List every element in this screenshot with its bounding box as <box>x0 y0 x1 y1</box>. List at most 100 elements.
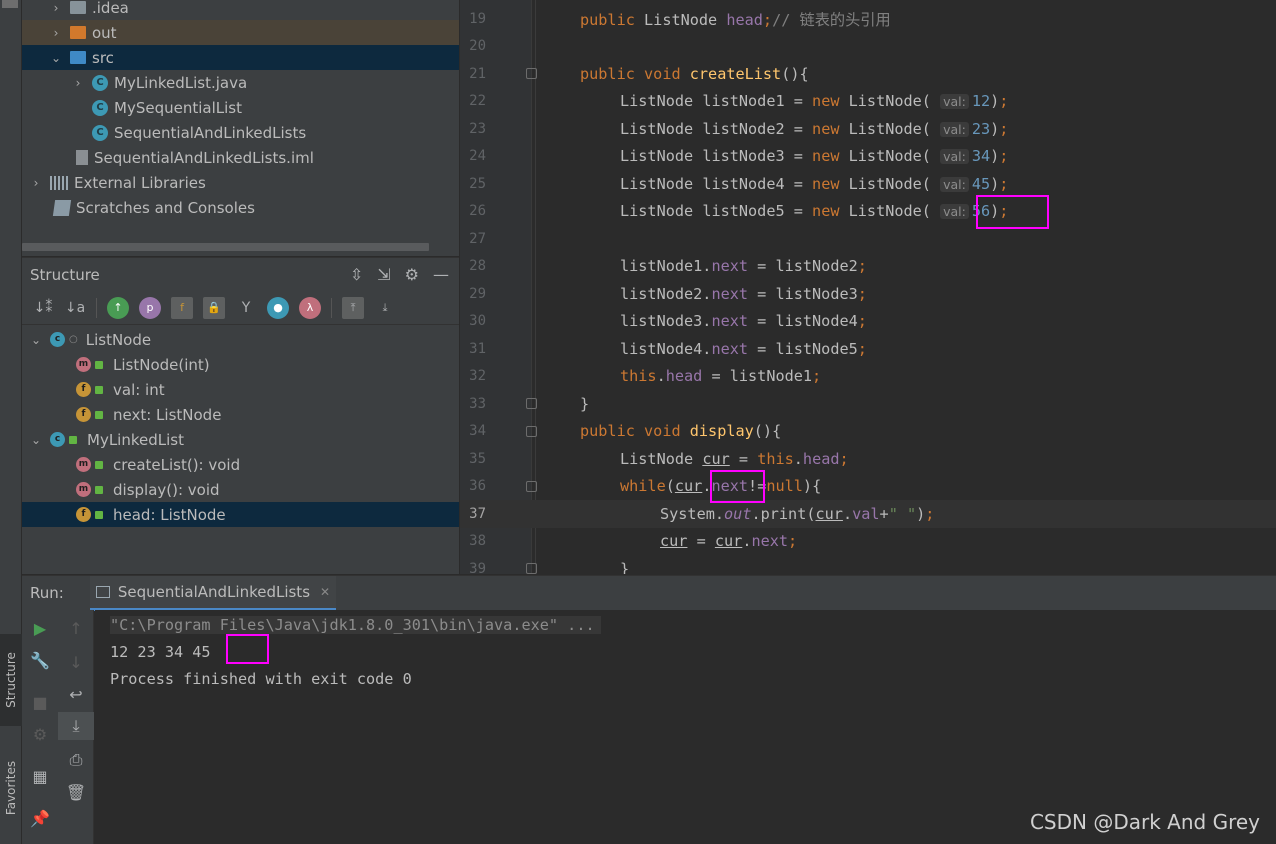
chevron-right-icon[interactable]: › <box>30 176 42 190</box>
show-inherited-icon[interactable]: ↑ <box>107 296 129 319</box>
tree-item-iml[interactable]: SequentialAndLinkedLists.iml <box>22 145 459 170</box>
code-line[interactable]: 34 public void display(){ <box>460 418 1276 446</box>
code-line[interactable]: 30 listNode3.next = listNode4; <box>460 308 1276 336</box>
token: out <box>724 504 752 523</box>
code-line[interactable]: 27 <box>460 225 1276 253</box>
code-line[interactable]: 39 } <box>460 555 1276 574</box>
autoscroll-from-source-icon[interactable]: ⤓ <box>374 297 396 319</box>
code-line[interactable]: 25 ListNode listNode4 = new ListNode( va… <box>460 170 1276 198</box>
code-line[interactable]: 36 while(cur.next!=null){ <box>460 473 1276 501</box>
structure-item-createlist[interactable]: m createList(): void <box>22 452 459 477</box>
down-arrow-icon[interactable]: ↓ <box>58 648 94 676</box>
fold-marker-icon[interactable] <box>526 480 537 492</box>
code-line[interactable]: 26 ListNode listNode5 = new ListNode( va… <box>460 198 1276 226</box>
chevron-down-icon[interactable]: ⌄ <box>30 433 42 447</box>
code-line[interactable]: 31 listNode4.next = listNode5; <box>460 335 1276 363</box>
chevron-down-icon[interactable]: ⌄ <box>30 333 42 347</box>
chevron-right-icon[interactable]: › <box>72 76 84 90</box>
sort-by-visibility-icon[interactable]: ↓⁑ <box>32 297 54 319</box>
structure-item-val[interactable]: f val: int <box>22 377 459 402</box>
token: ; <box>925 504 935 523</box>
fold-marker-icon[interactable] <box>526 68 537 80</box>
up-arrow-icon[interactable]: ↑ <box>58 614 94 642</box>
structure-item-listnode[interactable]: ⌄ c ○ ListNode <box>22 327 459 352</box>
tree-item-external-libraries[interactable]: › External Libraries <box>22 170 459 195</box>
code-line[interactable]: 21 public void createList(){ <box>460 60 1276 88</box>
code-line[interactable]: 23 ListNode listNode2 = new ListNode( va… <box>460 115 1276 143</box>
tree-item-src[interactable]: ⌄ src <box>22 45 459 70</box>
code-line[interactable]: 32 this.head = listNode1; <box>460 363 1276 391</box>
stop-icon[interactable]: ■ <box>22 688 58 716</box>
code-line[interactable]: 33 } <box>460 390 1276 418</box>
fold-marker-icon[interactable] <box>526 398 537 410</box>
parameter-hint: val: <box>940 149 969 165</box>
tree-item-mysequentiallist[interactable]: C MySequentialList <box>22 95 459 120</box>
show-non-public-icon[interactable]: 🔒 <box>203 296 225 319</box>
code-line[interactable]: 38 cur = cur.next; <box>460 528 1276 556</box>
structure-item-constructor[interactable]: m ListNode(int) <box>22 352 459 377</box>
gear-icon[interactable]: ⚙ <box>405 265 419 284</box>
favorites-side-tab[interactable]: Favorites <box>0 744 22 832</box>
code-line[interactable]: 24 ListNode listNode3 = new ListNode( va… <box>460 143 1276 171</box>
token: ; <box>812 367 822 386</box>
structure-side-tab[interactable]: Structure <box>0 634 22 726</box>
rerun-icon[interactable]: ▶ <box>22 614 58 642</box>
show-anonymous-icon[interactable]: ● <box>267 296 289 319</box>
token: head <box>726 10 763 29</box>
wrench-icon[interactable]: 🔧 <box>22 646 58 674</box>
code-line[interactable]: 20 <box>460 33 1276 61</box>
pin-icon[interactable]: 📌 <box>22 804 58 832</box>
code-line[interactable]: 35 ListNode cur = this.head; <box>460 445 1276 473</box>
close-icon[interactable]: ✕ <box>320 585 330 599</box>
structure-item-head[interactable]: f head: ListNode <box>22 502 459 527</box>
collapse-all-icon[interactable]: ⇲ <box>377 265 390 284</box>
lambda-icon[interactable]: λ <box>299 296 321 319</box>
code-editor[interactable]: 19 public ListNode head;// 链表的头引用 20 21 … <box>460 0 1276 574</box>
token: 23 <box>971 119 991 138</box>
token: cur <box>815 504 843 523</box>
tree-item-mylinkedlist-java[interactable]: › C MyLinkedList.java <box>22 70 459 95</box>
token: ; <box>857 284 867 303</box>
folder-blue-icon <box>70 51 86 64</box>
print-icon[interactable]: ⎙ <box>58 746 94 774</box>
chevron-right-icon[interactable]: › <box>50 1 62 15</box>
folder-icon <box>70 1 86 14</box>
structure-item-mylinkedlist[interactable]: ⌄ c MyLinkedList <box>22 427 459 452</box>
show-properties-icon[interactable]: p <box>139 296 161 319</box>
field-icon: f <box>76 507 91 522</box>
show-lambdas-tree-icon[interactable]: Y <box>235 297 257 319</box>
token: 12 <box>971 92 991 111</box>
tree-item-scratches[interactable]: Scratches and Consoles <box>22 195 459 220</box>
trash-icon[interactable]: 🗑 <box>58 778 94 806</box>
tree-item-idea[interactable]: › .idea <box>22 0 459 20</box>
gear-disabled-icon[interactable]: ⚙ <box>22 720 58 748</box>
code-line[interactable]: 28 listNode1.next = listNode2; <box>460 253 1276 281</box>
horizontal-scrollbar[interactable] <box>22 243 429 251</box>
chevron-down-icon[interactable]: ⌄ <box>50 51 62 65</box>
show-fields-icon[interactable]: f <box>171 296 193 319</box>
structure-item-next[interactable]: f next: ListNode <box>22 402 459 427</box>
soft-wrap-icon[interactable]: ↩ <box>58 680 94 708</box>
code-line[interactable]: 29 listNode2.next = listNode3; <box>460 280 1276 308</box>
tree-item-sequentialandlinkedlists[interactable]: C SequentialAndLinkedLists <box>22 120 459 145</box>
line-number: 39 <box>469 560 486 574</box>
sort-alphabetically-icon[interactable]: ↓a <box>64 297 86 319</box>
scroll-to-end-icon[interactable]: ⤓ <box>58 712 94 740</box>
layout-icon[interactable]: ▦ <box>22 762 58 790</box>
expand-all-icon[interactable]: ⇳ <box>350 265 363 284</box>
fold-marker-icon[interactable] <box>526 563 537 574</box>
code-line[interactable]: 19 public ListNode head;// 链表的头引用 <box>460 5 1276 33</box>
autoscroll-to-source-icon[interactable]: ⤒ <box>342 296 364 319</box>
tree-item-out[interactable]: › out <box>22 20 459 45</box>
fold-marker-icon[interactable] <box>526 425 537 437</box>
console-output[interactable]: "C:\Program Files\Java\jdk1.8.0_301\bin\… <box>95 610 1276 844</box>
token: ListNode <box>620 147 694 166</box>
token: ; <box>788 532 798 551</box>
minimize-icon[interactable]: — <box>433 265 449 284</box>
code-line-current[interactable]: 37 System.out.print(cur.val+" "); <box>460 500 1276 528</box>
project-tab-fragment[interactable] <box>2 0 18 8</box>
code-line[interactable]: 22 ListNode listNode1 = new ListNode( va… <box>460 88 1276 116</box>
run-tab-sequentialandlinkedlists[interactable]: SequentialAndLinkedLists ✕ <box>89 575 337 611</box>
chevron-right-icon[interactable]: › <box>50 26 62 40</box>
structure-item-display[interactable]: m display(): void <box>22 477 459 502</box>
